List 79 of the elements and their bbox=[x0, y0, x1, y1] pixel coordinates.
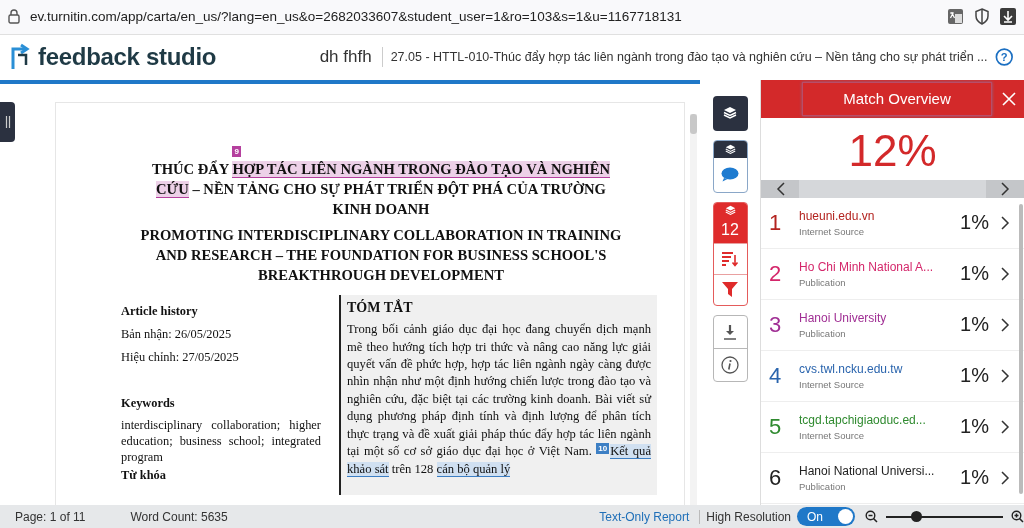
app-logo: feedback studio bbox=[38, 43, 217, 72]
chevron-right-icon bbox=[1001, 317, 1010, 332]
source-name: tcgd.tapchigiaoduc.ed... bbox=[799, 412, 927, 427]
source-percent: 1% bbox=[960, 364, 989, 388]
match-number-badge[interactable]: 9 bbox=[232, 145, 241, 157]
source-number: 5 bbox=[769, 413, 783, 440]
close-icon[interactable] bbox=[1002, 91, 1016, 106]
chevron-right-icon bbox=[1001, 419, 1010, 434]
source-type: Publication bbox=[799, 480, 847, 492]
match-number-badge[interactable]: 10 bbox=[596, 443, 610, 455]
zoom-in-icon[interactable] bbox=[1011, 510, 1024, 523]
source-type: Publication bbox=[799, 327, 847, 339]
chevron-right-icon bbox=[1001, 215, 1010, 230]
section-heading: Article history bbox=[121, 302, 199, 319]
abstract-text: Trong bối cảnh giáo dục đại học đang chuyển dịch mạnh mẽ theo hướng tích hợp tri thức và nâng cao năng lực giải quyết vấn đề phức hợp, hợp tác liên ngành ngày càng được nhìn nhận như một định hướng chiến lược trong đào tạo và nghiên cứu, đặc biệt tại các trường kinh doanh. Bài viết sử dụng phương pháp định tính và định lượng để phân tích thực trạng và đề xuất giải pháp thúc đẩy hợp tác liên ngành tại một số cơ sở giáo dục đại học ở Việt Nam. 10 Kết quả khảo sát trên 128 cán bộ quản lý bbox=[347, 321, 651, 478]
layers-icon bbox=[724, 143, 736, 155]
revised-date: Hiệu chỉnh: 27/05/2025 bbox=[121, 348, 240, 365]
high-resolution-label: High Resolution bbox=[706, 509, 791, 524]
shield-icon[interactable] bbox=[974, 8, 990, 26]
source-percent: 1% bbox=[960, 211, 989, 235]
match-count: 12 bbox=[721, 220, 739, 239]
previous-button[interactable] bbox=[761, 179, 799, 198]
high-resolution-toggle[interactable]: On bbox=[797, 507, 855, 526]
received-date: Bản nhận: 26/05/2025 bbox=[121, 325, 233, 342]
filter-icon bbox=[722, 282, 738, 298]
source-name: Ho Chi Minh National A... bbox=[799, 259, 935, 274]
source-type: Publication bbox=[799, 276, 847, 288]
chevron-right-icon bbox=[1001, 470, 1010, 485]
download-icon[interactable] bbox=[1000, 8, 1016, 26]
keywords-text: interdisciplinary collaboration; higher education; business school; integrated program bbox=[121, 416, 321, 465]
logo-icon bbox=[10, 43, 32, 72]
source-name: hueuni.edu.vn bbox=[799, 208, 876, 223]
chevron-right-icon bbox=[1001, 368, 1010, 383]
chevron-right-icon bbox=[1001, 266, 1010, 281]
info-icon bbox=[721, 355, 739, 374]
page-indicator: Page: 1 of 11 bbox=[15, 509, 86, 524]
source-name: Hanoi University bbox=[799, 310, 888, 325]
source-number: 4 bbox=[769, 362, 783, 389]
zoom-out-icon[interactable] bbox=[865, 510, 878, 523]
lock-icon[interactable] bbox=[8, 9, 20, 25]
source-type: Internet Source bbox=[799, 378, 865, 390]
scrollbar-thumb[interactable] bbox=[1019, 203, 1023, 494]
text-only-report-link[interactable]: Text-Only Report bbox=[599, 509, 690, 524]
scrollbar-thumb[interactable] bbox=[690, 113, 697, 134]
similarity-score: 12% bbox=[847, 124, 938, 177]
paper-title: 27.05 - HTTL-010-Thúc đẩy hợp tác liên ngành trong đào tạo và nghiên cứu – Nền tảng cho sự phát triển ... bbox=[390, 50, 988, 65]
source-name: cvs.twl.ncku.edu.tw bbox=[799, 361, 904, 376]
source-percent: 1% bbox=[960, 415, 989, 439]
source-percent: 1% bbox=[960, 262, 989, 286]
layers-icon bbox=[723, 106, 737, 121]
layers-button[interactable] bbox=[712, 95, 748, 131]
source-number: 3 bbox=[769, 311, 783, 338]
layers-icon bbox=[724, 204, 736, 216]
source-number: 2 bbox=[769, 260, 783, 287]
word-count: Word Count: 5635 bbox=[130, 509, 228, 524]
source-percent: 1% bbox=[960, 313, 989, 337]
section-heading: Từ khóa bbox=[121, 466, 167, 483]
source-percent: 1% bbox=[960, 466, 989, 490]
chevron-right-icon bbox=[1000, 181, 1010, 196]
student-name: dh fhfh bbox=[319, 47, 383, 68]
chevron-left-icon bbox=[775, 181, 785, 196]
next-button[interactable] bbox=[986, 179, 1024, 198]
panel-title: Match Overview bbox=[802, 81, 992, 116]
translate-icon[interactable] bbox=[947, 8, 964, 26]
source-number: 6 bbox=[769, 464, 783, 491]
source-name: Hanoi National Universi... bbox=[799, 463, 936, 478]
comment-icon bbox=[721, 167, 739, 183]
sidebar-handle[interactable] bbox=[0, 101, 15, 142]
section-heading: Keywords bbox=[121, 394, 176, 411]
download-icon bbox=[723, 323, 737, 340]
sort-icon bbox=[721, 250, 739, 267]
abstract-heading: TÓM TẮT bbox=[347, 298, 414, 317]
source-type: Internet Source bbox=[799, 225, 865, 237]
match-overview-button[interactable]: 12 bbox=[713, 202, 747, 243]
source-type: Internet Source bbox=[799, 429, 865, 441]
source-number: 1 bbox=[769, 209, 783, 236]
document-title-english: PROMOTING INTERDISCIPLINARY COLLABORATION IN TRAINING AND RESEARCH – THE FOUNDATION FOR BUSINESS SCHOOL'S BREAKTHROUGH DEVELOPMENT bbox=[139, 225, 623, 285]
comments-button[interactable] bbox=[712, 139, 748, 193]
help-icon[interactable]: ? bbox=[995, 47, 1014, 68]
